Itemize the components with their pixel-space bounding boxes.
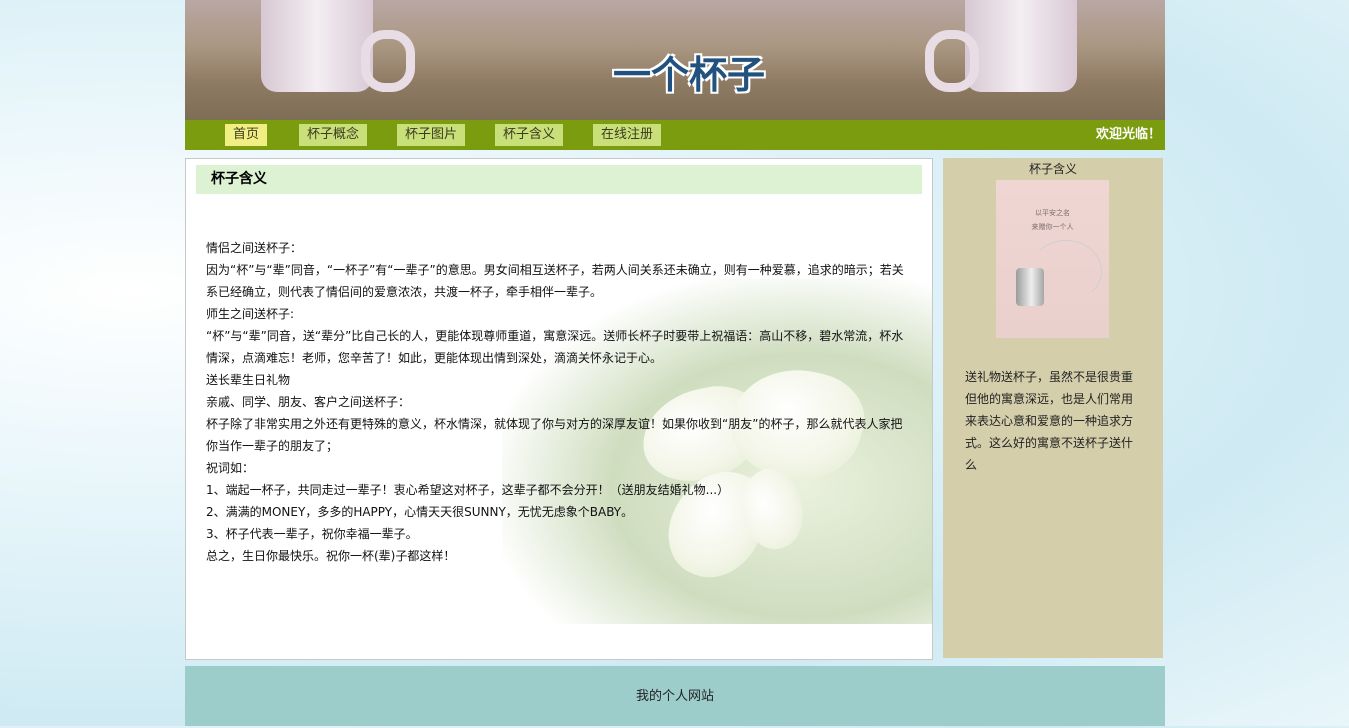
- paragraph: 祝词如：: [206, 461, 255, 475]
- charm-shape: [1016, 268, 1044, 306]
- paragraph: 总之，生日你最快乐。祝你一杯(辈)子都这样！: [206, 549, 456, 563]
- paragraph: 2、满满的MONEY，多多的HAPPY，心情天天很SUNNY，无忧无虑象个BAB…: [206, 505, 634, 519]
- nav-item-pictures[interactable]: 杯子图片: [397, 124, 465, 146]
- article-text: 情侣之间送杯子： 因为“杯”与“辈”同音，“一杯子”有“一辈子”的意思。男女间相…: [206, 237, 911, 567]
- header-banner: 一个杯子: [185, 0, 1165, 120]
- paragraph: 师生之间送杯子:: [206, 307, 295, 321]
- pendant-image: 以平安之名 来赠你一个人: [996, 180, 1109, 338]
- image-caption-line2: 来赠你一个人: [1031, 223, 1074, 231]
- paragraph: 因为“杯”与“辈”同音，“一杯子”有“一辈子”的意思。男女间相互送杯子，若两人间…: [206, 263, 904, 299]
- paragraph: 亲戚、同学、朋友、客户之间送杯子：: [206, 395, 411, 409]
- sidebar: 杯子含义 以平安之名 来赠你一个人 送礼物送杯子，虽然不是很贵重但他的寓意深远，…: [943, 158, 1163, 658]
- nav-item-register[interactable]: 在线注册: [593, 124, 661, 146]
- footer: 我的个人网站: [185, 666, 1165, 726]
- image-caption-line1: 以平安之名: [1035, 209, 1070, 217]
- paragraph: 杯子除了非常实用之外还有更特殊的意义，杯水情深，就体现了你与对方的深厚友谊！如果…: [206, 417, 903, 453]
- nav-item-home[interactable]: 首页: [225, 124, 267, 146]
- nav-item-concept[interactable]: 杯子概念: [299, 124, 367, 146]
- nav-item-meaning[interactable]: 杯子含义: [495, 124, 563, 146]
- site-title: 一个杯子: [612, 53, 765, 97]
- paragraph: 1、端起一杯子，共同走过一辈子！衷心希望这对杯子，这辈子都不会分开！（送朋友结婚…: [206, 483, 730, 497]
- paragraph: 情侣之间送杯子：: [206, 241, 303, 255]
- nav-bar: 首页 杯子概念 杯子图片 杯子含义 在线注册 欢迎光临！: [185, 120, 1165, 150]
- paragraph: “杯”与“辈”同音，送“辈分”比自己长的人，更能体现尊师重道，寓意深远。送师长杯…: [206, 329, 904, 365]
- paragraph: 送长辈生日礼物: [206, 373, 291, 387]
- paragraph: 3、杯子代表一辈子，祝你幸福一辈子。: [206, 527, 418, 541]
- sidebar-text: 送礼物送杯子，虽然不是很贵重但他的寓意深远，也是人们常用来表达心意和爱意的一种追…: [965, 370, 1134, 472]
- main-section-title: 杯子含义: [196, 165, 922, 194]
- sidebar-title: 杯子含义: [1028, 162, 1077, 176]
- welcome-text: 欢迎光临！: [1095, 127, 1161, 142]
- page-container: 一个杯子 首页 杯子概念 杯子图片 杯子含义 在线注册 欢迎光临！ 杯子含义 情…: [185, 0, 1165, 726]
- main-content: 杯子含义 情侣之间送杯子： 因为“杯”与“辈”同音，“一杯子”有“一辈子”的意思…: [185, 158, 933, 660]
